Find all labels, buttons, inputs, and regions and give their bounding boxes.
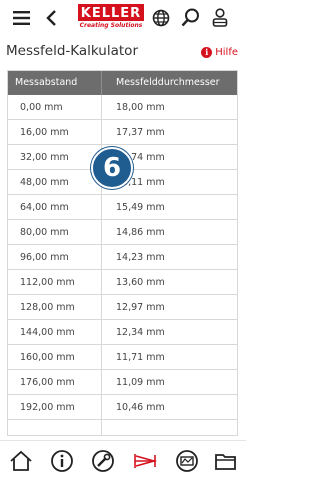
diameter-cell: 11,09 mm bbox=[116, 377, 165, 388]
keller-logo: KELLER Creating Solutions bbox=[78, 4, 144, 32]
search-icon[interactable] bbox=[181, 8, 200, 27]
distance-cell: 80,00 mm bbox=[20, 227, 69, 238]
tools-icon[interactable] bbox=[91, 449, 115, 473]
user-icon[interactable] bbox=[212, 8, 228, 27]
table-row: 192,00 mm 10,46 mm bbox=[8, 395, 237, 420]
diameter-cell: 11,71 mm bbox=[116, 352, 165, 363]
calculator-icon[interactable] bbox=[133, 449, 157, 473]
device-icon[interactable] bbox=[175, 449, 199, 473]
help-icon: i bbox=[201, 46, 213, 58]
table-row: 16,00 mm 17,37 mm bbox=[8, 120, 237, 145]
logo-tagline: Creating Solutions bbox=[79, 22, 143, 29]
help-label: Hilfe bbox=[215, 46, 238, 58]
logo-text: KELLER bbox=[78, 4, 144, 21]
distance-cell: 64,00 mm bbox=[20, 202, 69, 213]
distance-cell: 16,00 mm bbox=[20, 127, 69, 138]
back-icon[interactable] bbox=[46, 10, 58, 26]
help-link[interactable]: i Hilfe bbox=[201, 45, 238, 59]
diameter-cell: 12,97 mm bbox=[116, 302, 165, 313]
distance-cell: 0,00 mm bbox=[20, 102, 63, 113]
distance-cell: 32,00 mm bbox=[20, 152, 69, 163]
folder-icon[interactable] bbox=[214, 449, 238, 473]
table-row: 0,00 mm 18,00 mm bbox=[8, 95, 237, 120]
menu-icon[interactable] bbox=[13, 11, 30, 25]
distance-cell: 128,00 mm bbox=[20, 302, 75, 313]
measurement-table[interactable]: Messabstand Messfelddurchmesser 0,00 mm 1… bbox=[7, 70, 238, 436]
top-bar: KELLER Creating Solutions bbox=[0, 0, 246, 36]
table-row: 112,00 mm 13,60 mm bbox=[8, 270, 237, 295]
distance-cell: 48,00 mm bbox=[20, 177, 69, 188]
diameter-cell: 12,34 mm bbox=[116, 327, 165, 338]
info-icon[interactable] bbox=[50, 449, 74, 473]
table-row: 128,00 mm 12,97 mm bbox=[8, 295, 237, 320]
step-badge: 6 bbox=[91, 147, 133, 189]
table-row: 160,00 mm 11,71 mm bbox=[8, 345, 237, 370]
table-row: 80,00 mm 14,86 mm bbox=[8, 220, 237, 245]
home-icon[interactable] bbox=[9, 449, 33, 473]
distance-cell: 112,00 mm bbox=[20, 277, 75, 288]
diameter-cell: 14,86 mm bbox=[116, 227, 165, 238]
diameter-cell: 13,60 mm bbox=[116, 277, 165, 288]
distance-cell: 144,00 mm bbox=[20, 327, 75, 338]
distance-cell: 192,00 mm bbox=[20, 402, 75, 413]
diameter-cell: 15,49 mm bbox=[116, 202, 165, 213]
globe-icon[interactable] bbox=[152, 9, 170, 27]
header-divider bbox=[101, 71, 102, 95]
column-header-diameter: Messfelddurchmesser bbox=[116, 77, 220, 88]
table-row: 64,00 mm 15,49 mm bbox=[8, 195, 237, 220]
column-header-distance: Messabstand bbox=[15, 77, 78, 88]
table-row: 176,00 mm 11,09 mm bbox=[8, 370, 237, 395]
table-row: 96,00 mm 14,23 mm bbox=[8, 245, 237, 270]
diameter-cell: 10,46 mm bbox=[116, 402, 165, 413]
page-title: Messfeld-Kalkulator bbox=[6, 43, 138, 59]
table-header: Messabstand Messfelddurchmesser bbox=[8, 71, 237, 95]
distance-cell: 96,00 mm bbox=[20, 252, 69, 263]
table-row: 144,00 mm 12,34 mm bbox=[8, 320, 237, 345]
diameter-cell: 17,37 mm bbox=[116, 127, 165, 138]
diameter-cell: 18,00 mm bbox=[116, 102, 165, 113]
diameter-cell: 14,23 mm bbox=[116, 252, 165, 263]
distance-cell: 160,00 mm bbox=[20, 352, 75, 363]
bottom-nav bbox=[0, 440, 246, 480]
distance-cell: 176,00 mm bbox=[20, 377, 75, 388]
